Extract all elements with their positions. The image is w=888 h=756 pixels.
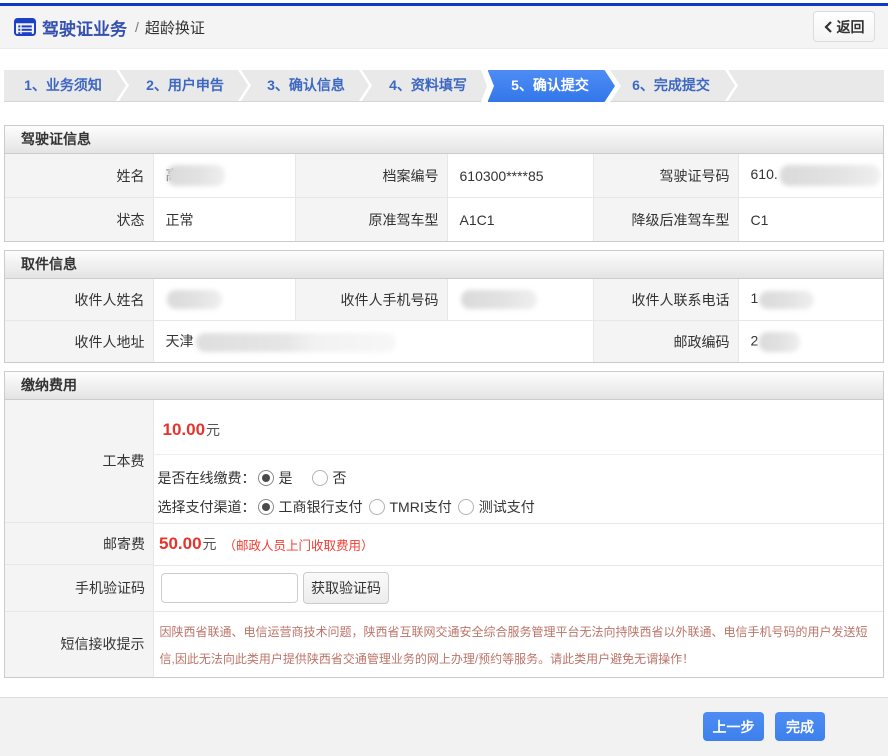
app-header: 驾驶证业务 / 超龄换证 返回 bbox=[0, 6, 888, 49]
sms-notice-label: 短信接收提示 bbox=[5, 611, 153, 677]
page-title: 驾驶证业务 bbox=[42, 15, 127, 40]
channel-tmri-radio[interactable] bbox=[369, 499, 385, 515]
cost-amount: 10.00 bbox=[163, 420, 206, 440]
captcha-cell: 获取验证码 bbox=[153, 565, 883, 611]
step-progress-bar: 1、业务须知 2、用户申告 3、确认信息 4、资料填写 5、确认提交 6、完成提… bbox=[4, 70, 884, 102]
license-info-section: 驾驶证信息 姓名 高 档案编号 610300****85 驾驶证号码 610. … bbox=[4, 125, 884, 242]
censored-recipient-name-blur bbox=[167, 290, 222, 309]
censored-license-no-blur bbox=[780, 165, 880, 186]
channel-test-label[interactable]: 测试支付 bbox=[479, 497, 535, 517]
recipient-mobile-label: 收件人手机号码 bbox=[295, 279, 447, 321]
recipient-name-label: 收件人姓名 bbox=[5, 279, 153, 321]
postcode-label: 邮政编码 bbox=[593, 321, 738, 363]
table-row: 状态 正常 原准驾车型 A1C1 降级后准驾车型 C1 bbox=[5, 198, 883, 242]
recipient-name-value bbox=[153, 279, 295, 321]
license-no-value: 610. bbox=[738, 154, 883, 198]
post-amount: 50.00 bbox=[159, 534, 202, 554]
step-tab-5-active[interactable]: 5、确认提交 bbox=[489, 70, 611, 101]
post-fee-note: （邮政人员上门收取费用） bbox=[224, 535, 374, 554]
channel-tmri-label[interactable]: TMRI支付 bbox=[390, 497, 452, 517]
censored-postcode-blur bbox=[759, 332, 800, 352]
table-row: 收件人姓名 收件人手机号码 收件人联系电话 1 bbox=[5, 279, 883, 321]
cost-fee-label: 工本费 bbox=[5, 400, 153, 523]
info-table: 工本费 10.00元 是否在线缴费： 是 否 选择支付渠道： bbox=[5, 400, 883, 677]
name-value: 高 bbox=[153, 154, 295, 198]
censored-phone-blur bbox=[759, 291, 814, 309]
recipient-mobile-value bbox=[447, 279, 593, 321]
censored-mobile-blur bbox=[461, 290, 537, 309]
recipient-phone-value: 1 bbox=[738, 279, 883, 321]
breadcrumb-current: 超龄换证 bbox=[145, 17, 205, 38]
phone-prefix-text: 1 bbox=[751, 290, 759, 306]
captcha-input[interactable] bbox=[161, 573, 298, 603]
online-pay-no-radio[interactable] bbox=[312, 470, 328, 486]
status-value: 正常 bbox=[153, 198, 295, 242]
online-pay-choice-row: 是否在线缴费： 是 否 bbox=[158, 463, 884, 492]
orig-type-value: A1C1 bbox=[447, 198, 593, 242]
table-row: 姓名 高 档案编号 610300****85 驾驶证号码 610. bbox=[5, 154, 883, 198]
recipient-phone-label: 收件人联系电话 bbox=[593, 279, 738, 321]
cost-fee-cell: 10.00元 是否在线缴费： 是 否 选择支付渠道： 工商银行支付 bbox=[153, 400, 883, 523]
down-type-value: C1 bbox=[738, 198, 883, 242]
step-tab-1[interactable]: 1、业务须知 bbox=[2, 70, 124, 101]
back-button[interactable]: 返回 bbox=[813, 11, 875, 42]
step-tab-6[interactable]: 6、完成提交 bbox=[610, 70, 732, 101]
pickup-section-title: 取件信息 bbox=[5, 251, 883, 279]
step-tab-3[interactable]: 3、确认信息 bbox=[245, 70, 367, 101]
footer-bar: 上一步 完成 bbox=[0, 697, 888, 756]
pickup-info-section: 取件信息 收件人姓名 收件人手机号码 收件人联系电话 1 收件人地址 天津 邮政… bbox=[4, 250, 884, 363]
online-pay-yes-radio[interactable] bbox=[258, 470, 274, 486]
channel-test-radio[interactable] bbox=[458, 499, 474, 515]
license-no-prefix-text: 610. bbox=[751, 166, 778, 182]
breadcrumb-separator: / bbox=[135, 19, 139, 35]
fee-section: 缴纳费用 工本费 10.00元 是否在线缴费： 是 否 选择 bbox=[4, 371, 884, 678]
censored-name-blur bbox=[167, 165, 225, 186]
table-row: 收件人地址 天津 邮政编码 2 bbox=[5, 321, 883, 363]
name-label: 姓名 bbox=[5, 154, 153, 198]
status-label: 状态 bbox=[5, 198, 153, 242]
header-breadcrumb-group: 驾驶证业务 / 超龄换证 bbox=[0, 6, 888, 48]
chevron-left-icon bbox=[824, 21, 833, 33]
step-tab-4[interactable]: 4、资料填写 bbox=[367, 70, 489, 101]
fee-section-title: 缴纳费用 bbox=[5, 372, 883, 400]
captcha-label: 手机验证码 bbox=[5, 565, 153, 612]
censored-address-blur bbox=[196, 333, 396, 352]
online-pay-yes-label[interactable]: 是 bbox=[279, 468, 293, 488]
channel-icbc-radio[interactable] bbox=[258, 499, 274, 515]
post-fee-label: 邮寄费 bbox=[5, 523, 153, 565]
table-row: 邮寄费 50.00元（邮政人员上门收取费用） bbox=[5, 523, 883, 565]
address-prefix-text: 天津 bbox=[166, 333, 194, 349]
file-no-value: 610300****85 bbox=[447, 154, 593, 198]
previous-step-button[interactable]: 上一步 bbox=[703, 712, 764, 741]
finish-button[interactable]: 完成 bbox=[775, 712, 825, 741]
file-no-label: 档案编号 bbox=[295, 154, 447, 198]
get-captcha-button[interactable]: 获取验证码 bbox=[303, 572, 389, 604]
table-row: 手机验证码 获取验证码 bbox=[5, 565, 883, 612]
payment-options-group: 是否在线缴费： 是 否 选择支付渠道： 工商银行支付 TMRI支付 测试支付 bbox=[154, 455, 884, 521]
info-table: 收件人姓名 收件人手机号码 收件人联系电话 1 收件人地址 天津 邮政编码 2 bbox=[5, 279, 883, 362]
down-type-label: 降级后准驾车型 bbox=[593, 198, 738, 242]
postcode-prefix-text: 2 bbox=[751, 332, 759, 348]
table-row: 短信接收提示 因陕西省联通、电信运营商技术问题，陕西省互联网交通安全综合服务管理… bbox=[5, 611, 883, 677]
pay-channel-choice-row: 选择支付渠道： 工商银行支付 TMRI支付 测试支付 bbox=[158, 492, 884, 521]
license-no-label: 驾驶证号码 bbox=[593, 154, 738, 198]
address-label: 收件人地址 bbox=[5, 321, 153, 363]
address-value: 天津 bbox=[153, 321, 593, 363]
step-tab-2[interactable]: 2、用户申告 bbox=[124, 70, 246, 101]
postcode-value: 2 bbox=[738, 321, 883, 363]
sms-notice-cell: 因陕西省联通、电信运营商技术问题，陕西省互联网交通安全综合服务管理平台无法向持陕… bbox=[153, 611, 883, 677]
table-row: 工本费 10.00元 是否在线缴费： 是 否 选择支付渠道： bbox=[5, 400, 883, 523]
orig-type-label: 原准驾车型 bbox=[295, 198, 447, 242]
business-list-icon bbox=[14, 18, 36, 36]
info-table: 姓名 高 档案编号 610300****85 驾驶证号码 610. 状态 正常 … bbox=[5, 154, 883, 241]
cost-price: 10.00元 bbox=[154, 401, 884, 455]
post-fee-cell: 50.00元（邮政人员上门收取费用） bbox=[153, 523, 883, 565]
sms-notice-text: 因陕西省联通、电信运营商技术问题，陕西省互联网交通安全综合服务管理平台无法向持陕… bbox=[160, 619, 874, 673]
license-section-title: 驾驶证信息 bbox=[5, 126, 883, 154]
online-pay-no-label[interactable]: 否 bbox=[333, 468, 347, 488]
channel-icbc-label[interactable]: 工商银行支付 bbox=[279, 497, 363, 517]
